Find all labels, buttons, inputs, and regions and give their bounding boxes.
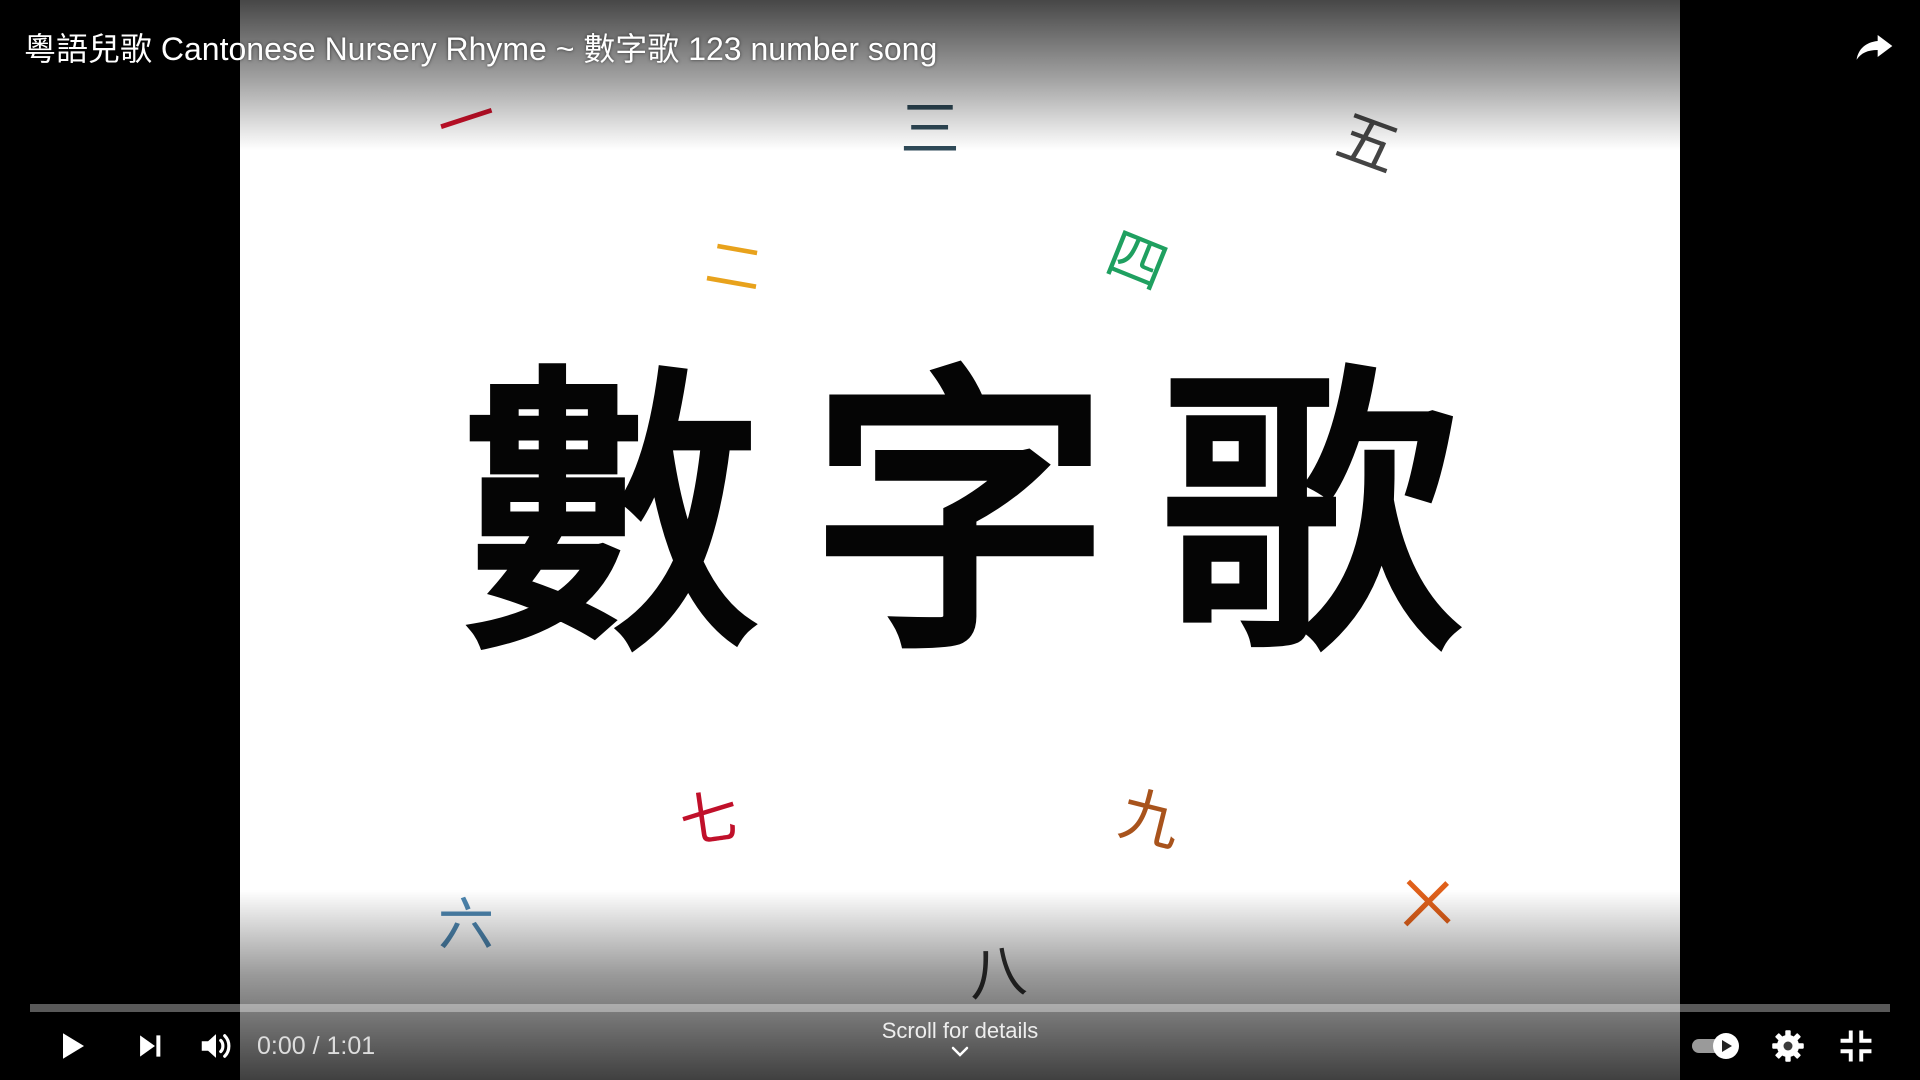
time-display: 0:00 / 1:01: [257, 1032, 376, 1060]
numeral-seven: 七: [675, 781, 743, 857]
chevron-down-icon: [951, 1046, 969, 1057]
video-player[interactable]: 一 二 三 四 五 六 七 八 九 十 數 字 歌 粵語兒歌 Cantonese…: [0, 0, 1920, 1080]
video-title[interactable]: 粵語兒歌 Cantonese Nursery Rhyme ~ 數字歌 123 n…: [24, 24, 937, 70]
frame-title: 數 字 歌: [460, 365, 1460, 665]
mute-button[interactable]: [186, 1020, 246, 1072]
next-button[interactable]: [120, 1020, 180, 1072]
progress-track: [30, 1004, 1890, 1012]
control-bar: 0:00 / 1:01 Scroll for details: [0, 1018, 1920, 1072]
numeral-three: 三: [900, 95, 960, 165]
numeral-nine: 九: [1112, 778, 1188, 862]
share-icon: [1856, 35, 1893, 60]
autoplay-toggle[interactable]: [1684, 1020, 1748, 1072]
numeral-eight: 八: [964, 936, 1030, 1010]
numeral-one: 一: [428, 79, 506, 163]
volume-icon: [201, 1034, 231, 1058]
video-frame[interactable]: 一 二 三 四 五 六 七 八 九 十 數 字 歌: [240, 0, 1680, 1080]
gear-icon: [1772, 1030, 1804, 1062]
autoplay-toggle-icon: [1692, 1033, 1739, 1059]
play-button[interactable]: [42, 1020, 102, 1072]
frame-title-char-3: 歌: [1160, 338, 1460, 691]
scroll-for-details[interactable]: Scroll for details: [810, 1018, 1110, 1058]
play-icon: [63, 1033, 84, 1059]
progress-bar[interactable]: [30, 1004, 1890, 1012]
frame-title-char-1: 數: [460, 338, 760, 691]
numeral-ten: 十: [1375, 857, 1473, 955]
frame-title-char-2: 字: [810, 338, 1110, 691]
scroll-hint-label: Scroll for details: [881, 1018, 1039, 1043]
numeral-six: 六: [438, 893, 494, 958]
exit-fullscreen-icon: [1840, 1030, 1872, 1062]
numeral-four: 四: [1097, 218, 1177, 304]
settings-button[interactable]: [1758, 1020, 1818, 1072]
share-button[interactable]: [1848, 20, 1900, 72]
next-icon: [140, 1035, 161, 1057]
numeral-five: 五: [1327, 100, 1409, 188]
numeral-two: 二: [700, 230, 768, 305]
exit-fullscreen-button[interactable]: [1826, 1020, 1886, 1072]
